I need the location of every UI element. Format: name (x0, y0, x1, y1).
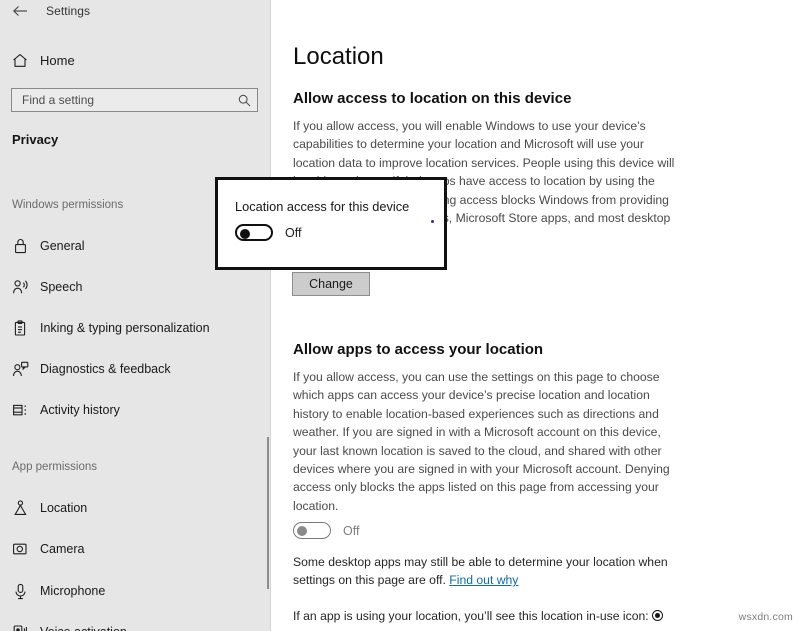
popup-toggle-knob (240, 228, 250, 239)
sidebar-item-label-inking-typing: Inking & typing personalization (40, 321, 210, 335)
sidebar-item-label-home: Home (40, 52, 75, 68)
sidebar-item-speech[interactable]: Speech (0, 274, 258, 300)
heading-allow-device-access: Allow access to location on this device (293, 90, 572, 107)
microphone-icon (0, 578, 40, 604)
voice-activation-icon (0, 619, 40, 631)
sidebar-item-inking-typing[interactable]: Inking & typing personalization (0, 315, 258, 341)
toggle-switch-off[interactable] (293, 522, 331, 539)
sidebar-item-label-general: General (40, 239, 85, 253)
sidebar-item-voice-activation[interactable]: Voice activation (0, 619, 258, 631)
location-pin-icon (0, 495, 40, 521)
device-location-toggle[interactable]: Off (235, 224, 301, 241)
search-input[interactable] (12, 93, 231, 107)
sidebar-item-label-speech: Speech (40, 280, 83, 294)
sidebar-item-camera[interactable]: Camera (0, 536, 258, 562)
sidebar-scrollbar[interactable] (267, 437, 269, 589)
lock-icon (0, 233, 40, 259)
sidebar-group-label-app-permissions: App permissions (12, 461, 98, 473)
location-access-popup: Location access for this device Off (215, 177, 447, 270)
app-title: Settings (46, 4, 91, 18)
home-icon (0, 53, 40, 68)
toggle-knob (297, 526, 307, 536)
search-icon[interactable] (231, 94, 257, 107)
main-content: Location Allow access to location on thi… (271, 0, 800, 631)
person-feedback-icon (0, 356, 40, 382)
paragraph-allow-apps-access: If you allow access, you can use the set… (293, 370, 670, 513)
find-out-why-link[interactable]: Find out why (449, 573, 518, 587)
sidebar-item-label-activity-history: Activity history (40, 403, 120, 417)
page-title: Location (293, 43, 384, 70)
sidebar-item-label-voice-activation: Voice activation (40, 625, 127, 631)
sidebar: Settings Home Privacy Windows permiss (0, 0, 271, 631)
location-inuse-note: If an app is using your location, you’ll… (293, 607, 713, 625)
title-bar: Settings (0, 0, 271, 22)
speech-person-icon (0, 274, 40, 300)
popup-toggle-switch-off[interactable] (235, 224, 273, 241)
popup-toggle-state: Off (285, 225, 302, 240)
sidebar-item-diagnostics-feedback[interactable]: Diagnostics & feedback (0, 356, 258, 382)
sidebar-section-title: Privacy (12, 132, 59, 147)
sidebar-item-label-location: Location (40, 501, 88, 515)
apps-location-toggle[interactable]: Off (293, 522, 359, 539)
desktop-apps-note: Some desktop apps may still be able to d… (293, 553, 698, 590)
location-inuse-icon (651, 610, 663, 621)
sidebar-item-label-diagnostics-feedback: Diagnostics & feedback (40, 362, 171, 376)
clipboard-pen-icon (0, 315, 40, 341)
popup-cursor-dot (431, 220, 434, 223)
sidebar-group-label-windows-permissions: Windows permissions (12, 199, 124, 211)
sidebar-item-label-microphone: Microphone (40, 584, 106, 598)
sidebar-item-location[interactable]: Location (0, 495, 258, 521)
settings-window: Settings Home Privacy Windows permiss (0, 0, 800, 631)
heading-allow-apps-access: Allow apps to access your location (293, 341, 544, 358)
sidebar-item-home[interactable]: Home (0, 46, 271, 74)
back-arrow-icon[interactable] (0, 0, 40, 22)
change-button[interactable]: Change (292, 272, 370, 296)
apps-location-toggle-state: Off (343, 523, 360, 538)
popup-title: Location access for this device (235, 199, 410, 214)
search-box[interactable] (11, 88, 258, 112)
sidebar-item-microphone[interactable]: Microphone (0, 578, 258, 604)
sidebar-item-activity-history[interactable]: Activity history (0, 397, 258, 423)
activity-history-icon (0, 397, 40, 423)
watermark: wsxdn.com (738, 611, 793, 623)
sidebar-item-label-camera: Camera (40, 542, 85, 556)
camera-icon (0, 536, 40, 562)
location-inuse-text: If an app is using your location, you’ll… (293, 609, 649, 623)
